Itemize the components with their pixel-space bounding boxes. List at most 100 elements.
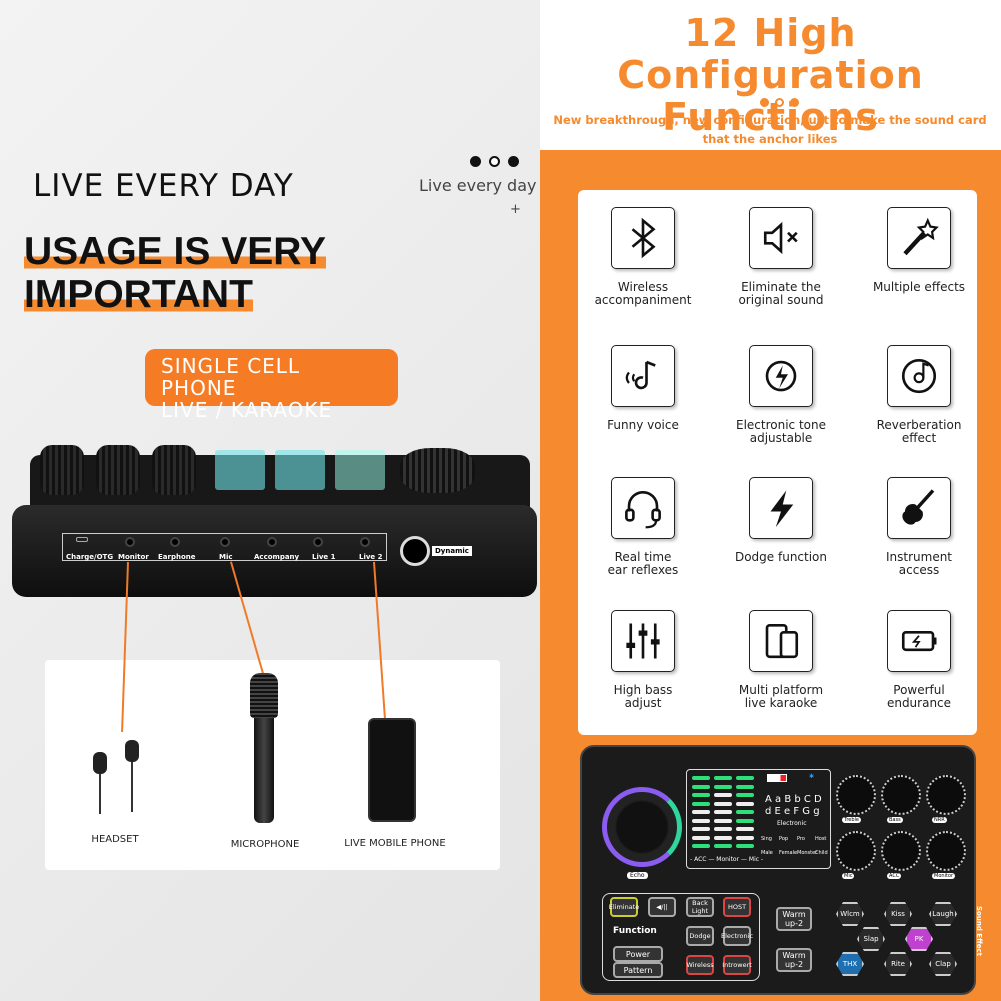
level-meter-bar — [714, 810, 732, 814]
bluetooth-indicator-icon: ✱ — [809, 773, 815, 780]
knob-label: Monitor — [932, 873, 956, 879]
function-button: Introwert — [722, 955, 752, 975]
effect-rite: Rite — [884, 952, 912, 976]
warm-up-button: Warm up-2 — [776, 907, 812, 931]
accompany-port — [267, 537, 277, 547]
headset-icon — [611, 477, 675, 539]
headline-line-1: USAGE IS VERY — [24, 230, 326, 273]
feature-item: Instrument access — [854, 477, 984, 577]
headset-label: HEADSET — [91, 834, 139, 845]
level-meter-bar — [714, 818, 732, 823]
function-button: Wireless — [686, 955, 714, 975]
feature-label: Funny voice — [607, 418, 679, 432]
headset-image — [85, 740, 155, 815]
live1-port — [313, 537, 323, 547]
level-meter-bar — [714, 835, 732, 840]
power-button: Power — [613, 946, 663, 962]
level-meter-bar — [736, 827, 754, 831]
warm-up-button: Warm up-2 — [776, 948, 812, 972]
features-subtitle: New breakthrough, new configuration,just… — [553, 113, 987, 146]
lightning-icon — [749, 477, 813, 539]
music-note-voice-icon — [611, 345, 675, 407]
mic-port — [220, 537, 230, 547]
feature-item: Electronic tone adjustable — [716, 345, 846, 445]
live-subtitle: Live every day — [419, 176, 537, 195]
function-button: HOST — [723, 897, 751, 917]
level-meter-bar — [736, 818, 754, 823]
effect-thx: THX — [836, 952, 864, 976]
feature-label: Dodge function — [734, 550, 828, 564]
feature-label: Multi platform live karaoke — [738, 683, 824, 710]
mode-label: Host — [815, 836, 827, 842]
level-meter-bar — [714, 844, 732, 848]
function-button: Dodge — [686, 926, 714, 946]
mode-label: Male — [761, 850, 773, 856]
port-label: Charge/OTG — [66, 553, 114, 561]
headline-line-2: IMPORTANT — [24, 273, 253, 316]
effect-clap: Clap — [929, 952, 957, 976]
keys-label: A a B b C Dd E e F G g — [765, 794, 822, 817]
feature-item: Multi platform live karaoke — [716, 610, 846, 710]
usb-port-icon — [76, 537, 88, 542]
feature-label: Reverberation effect — [876, 418, 962, 445]
effect-laugh: Laugh — [929, 902, 957, 926]
pattern-button: Pattern — [613, 962, 663, 978]
dots-decoration — [470, 156, 519, 167]
usage-pill: SINGLE CELL PHONE LIVE / KARAOKE — [145, 349, 398, 421]
display-panel: - ACC — Monitor — Mic - A a B b C Dd E e… — [686, 769, 831, 869]
knob-mic — [836, 831, 876, 871]
dynamic-label: Dynamic — [432, 546, 472, 556]
feature-label: Instrument access — [885, 550, 953, 577]
bluetooth-icon — [611, 207, 675, 269]
features-card: Wireless accompaniment Eliminate the origin… — [578, 190, 977, 735]
feature-item: Funny voice — [578, 345, 708, 432]
mode-label: Female — [779, 850, 798, 856]
level-meter-bar — [736, 784, 754, 789]
music-disc-icon — [887, 345, 951, 407]
feature-item: Dodge function — [716, 477, 846, 564]
function-button: ◀/|| — [648, 897, 676, 917]
mute-speaker-icon — [749, 207, 813, 269]
battery-icon — [887, 610, 951, 672]
mobile-phone-image — [368, 718, 416, 822]
level-meter-bar — [692, 810, 710, 814]
knob-bass — [881, 775, 921, 815]
sound-card-top-view: Echo - ACC — Monitor — Mic - A a B b C D… — [580, 745, 983, 995]
feature-item: Real time ear reflexes — [578, 477, 708, 577]
function-button: Electronic — [721, 926, 753, 946]
knob-label: Treble — [842, 817, 861, 823]
level-meter-bar — [692, 801, 710, 806]
port-label: Mic — [219, 553, 233, 561]
level-meter-bar — [714, 793, 732, 797]
knob-monitor — [926, 831, 966, 871]
function-button: Back Light — [686, 897, 714, 917]
feature-item: Multiple effects — [854, 207, 984, 294]
level-meter-bar — [736, 835, 754, 840]
knob-label: Bass — [887, 817, 903, 823]
devices-icon — [749, 610, 813, 672]
battery-indicator-icon — [767, 774, 787, 782]
mode-label: Child — [815, 850, 828, 856]
monitor-port — [125, 537, 135, 547]
knob-nrr — [926, 775, 966, 815]
port-label: Monitor — [118, 553, 149, 561]
level-meter-bar — [692, 835, 710, 840]
level-meter-bar — [714, 784, 732, 789]
live-title: LIVE EVERY DAY — [33, 168, 294, 204]
function-button: Eliminate — [609, 897, 639, 917]
port-label: Accompany — [254, 553, 300, 561]
knob-acc — [881, 831, 921, 871]
mobile-phone-label: LIVE MOBILE PHONE — [344, 838, 446, 849]
mode-label: Pro — [797, 836, 805, 842]
electric-tone-icon — [749, 345, 813, 407]
effect-wlcm: Wlcm — [836, 902, 864, 926]
level-meter-bar — [692, 776, 710, 780]
effect-pk: PK — [905, 927, 933, 951]
function-label: Function — [613, 926, 657, 936]
effect-slap: Slap — [857, 927, 885, 951]
equalizer-sliders-icon — [611, 610, 675, 672]
feature-item: Reverberation effect — [854, 345, 984, 445]
feature-item: Powerful endurance — [854, 610, 984, 710]
feature-item: Eliminate the original sound — [716, 207, 846, 307]
level-meter-bar — [692, 827, 710, 831]
